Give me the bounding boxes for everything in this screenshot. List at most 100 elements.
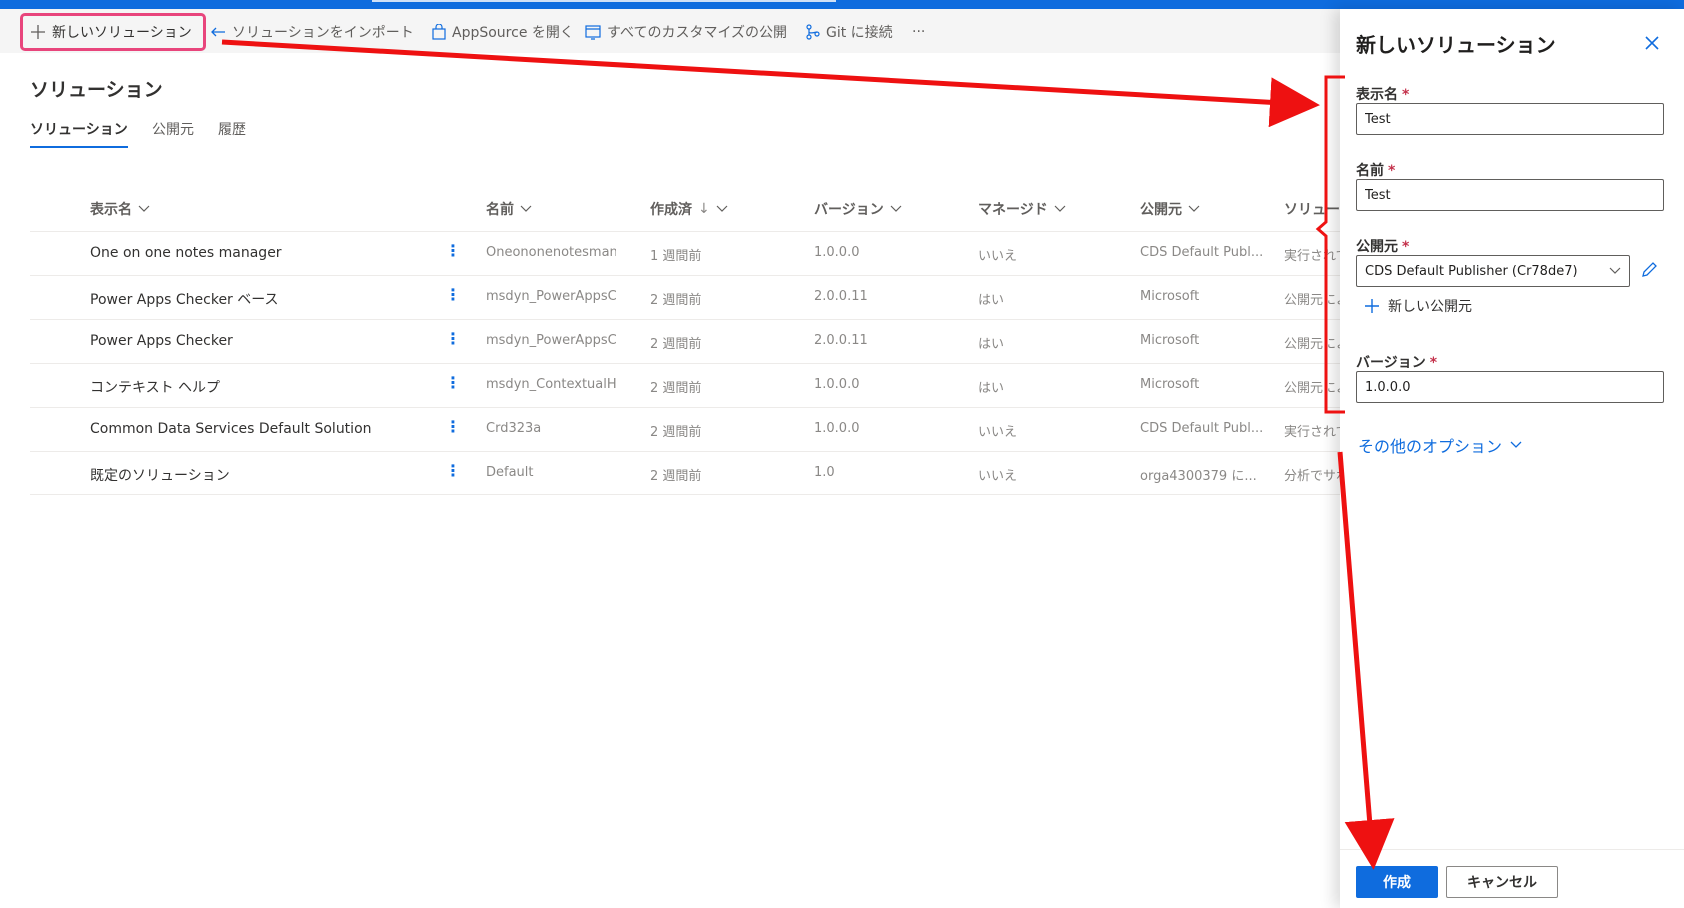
cell-version: 1.0.0.0: [814, 421, 860, 436]
header-publisher[interactable]: 公開元: [1140, 199, 1200, 219]
cell-name: Oneononenotesman...: [486, 245, 616, 260]
panel-title: 新しいソリューション: [1356, 33, 1556, 57]
cell-name: msdyn_PowerAppsC...: [486, 289, 616, 304]
chevron-down-icon: [1188, 205, 1200, 212]
row-more-icon[interactable]: ⋮: [445, 417, 461, 436]
cell-publisher: orga4300379 に...: [1140, 469, 1257, 484]
row-more-icon[interactable]: ⋮: [445, 241, 461, 260]
chevron-down-icon: [716, 205, 728, 212]
table-row[interactable]: One on one notes manager ⋮ Oneononenotes…: [30, 231, 1340, 275]
tab-publishers[interactable]: 公開元: [152, 119, 194, 139]
header-created-label: 作成済: [650, 202, 692, 218]
row-more-icon[interactable]: ⋮: [445, 285, 461, 304]
header-managed[interactable]: マネージド: [978, 199, 1066, 219]
cell-created: 2 週間前: [650, 293, 702, 308]
table-row[interactable]: コンテキスト ヘルプ ⋮ msdyn_ContextualH... 2 週間前 …: [30, 363, 1340, 407]
close-icon[interactable]: [1640, 31, 1664, 55]
version-label-text: バージョン: [1356, 355, 1426, 371]
version-input[interactable]: [1356, 371, 1664, 403]
cancel-button[interactable]: キャンセル: [1446, 866, 1558, 898]
cell-display-name[interactable]: One on one notes manager: [90, 245, 282, 261]
open-appsource-label: AppSource を開く: [452, 25, 574, 41]
cell-managed: いいえ: [978, 249, 1018, 264]
cell-publisher: Microsoft: [1140, 333, 1200, 348]
import-arrow-icon: [211, 27, 225, 37]
header-version[interactable]: バージョン: [814, 199, 902, 219]
publish-all-button[interactable]: すべてのカスタマイズの公開: [585, 19, 787, 45]
chevron-down-icon: [890, 205, 902, 212]
chevron-down-icon: [1510, 441, 1522, 448]
cell-publisher: Microsoft: [1140, 289, 1200, 304]
display-name-label-text: 表示名: [1356, 87, 1398, 103]
required-mark: *: [1402, 239, 1410, 255]
table-row[interactable]: 既定のソリューション ⋮ Default 2 週間前 1.0 いいえ orga4…: [30, 451, 1340, 495]
more-options-toggle[interactable]: その他のオプション: [1358, 433, 1522, 457]
cell-version: 1.0.0.0: [814, 377, 860, 392]
import-solution-button[interactable]: ソリューションをインポート: [210, 19, 414, 45]
row-more-icon[interactable]: ⋮: [445, 461, 461, 480]
publish-icon: [585, 25, 601, 40]
import-solution-label: ソリューションをインポート: [232, 25, 414, 41]
table-row[interactable]: Power Apps Checker ベース ⋮ msdyn_PowerApps…: [30, 275, 1340, 319]
publisher-select[interactable]: CDS Default Publisher (Cr78de7): [1356, 255, 1630, 287]
cell-name: msdyn_PowerAppsC...: [486, 333, 616, 348]
cell-created: 2 週間前: [650, 381, 702, 396]
edit-pencil-icon[interactable]: [1640, 261, 1658, 279]
publish-all-label: すべてのカスタマイズの公開: [607, 25, 788, 41]
version-label: バージョン *: [1356, 352, 1437, 372]
connect-git-button[interactable]: Git に接続: [806, 19, 893, 45]
more-options-label: その他のオプション: [1358, 437, 1503, 456]
cell-managed: はい: [978, 337, 1005, 352]
page-title: ソリューション: [30, 79, 163, 101]
publisher-select-value: CDS Default Publisher (Cr78de7): [1365, 263, 1578, 279]
header-version-label: バージョン: [814, 202, 884, 218]
cell-display-name[interactable]: Power Apps Checker: [90, 333, 233, 349]
header-name[interactable]: 名前: [486, 199, 532, 219]
name-input[interactable]: [1356, 179, 1664, 211]
table-row[interactable]: Power Apps Checker ⋮ msdyn_PowerAppsC...…: [30, 319, 1340, 363]
display-name-input[interactable]: [1356, 103, 1664, 135]
sort-arrow-down-icon: ↓: [698, 201, 710, 217]
chevron-down-icon: [1054, 205, 1066, 212]
chevron-down-icon: [138, 205, 150, 212]
row-more-icon[interactable]: ⋮: [445, 329, 461, 348]
chevron-down-icon: [520, 205, 532, 212]
tab-history[interactable]: 履歴: [218, 119, 246, 139]
cell-created: 2 週間前: [650, 469, 702, 484]
open-appsource-button[interactable]: AppSource を開く: [432, 19, 574, 45]
cell-version: 1.0: [814, 465, 835, 480]
cell-managed: はい: [978, 293, 1005, 308]
new-publisher-button[interactable]: 新しい公開元: [1364, 296, 1472, 316]
cell-display-name[interactable]: コンテキスト ヘルプ: [90, 377, 220, 397]
cell-version: 2.0.0.11: [814, 289, 868, 304]
cell-status: 実行されて: [1284, 425, 1340, 440]
name-label-text: 名前: [1356, 163, 1384, 179]
cell-display-name[interactable]: Power Apps Checker ベース: [90, 289, 279, 309]
header-managed-label: マネージド: [978, 202, 1048, 218]
cell-status: 実行されて: [1284, 249, 1340, 264]
top-search-bar[interactable]: [372, 0, 836, 2]
row-more-icon[interactable]: ⋮: [445, 373, 461, 392]
cell-version: 2.0.0.11: [814, 333, 868, 348]
cell-publisher: Microsoft: [1140, 377, 1200, 392]
cell-status: 公開元によ: [1284, 337, 1340, 352]
cell-publisher: CDS Default Publ...: [1140, 421, 1264, 436]
header-created[interactable]: 作成済 ↓: [650, 199, 728, 219]
git-branch-icon: [806, 24, 820, 40]
cell-display-name[interactable]: 既定のソリューション: [90, 465, 230, 485]
cell-display-name[interactable]: Common Data Services Default Solution: [90, 421, 372, 437]
create-button[interactable]: 作成: [1356, 866, 1438, 898]
table-row[interactable]: Common Data Services Default Solution ⋮ …: [30, 407, 1340, 451]
tab-solutions[interactable]: ソリューション: [30, 119, 128, 139]
cell-status: 公開元によ: [1284, 381, 1340, 396]
new-solution-highlight: [20, 13, 206, 51]
cell-created: 2 週間前: [650, 337, 702, 352]
more-commands-label: ···: [912, 24, 926, 40]
top-bar: [0, 0, 1684, 9]
more-commands-button[interactable]: ···: [912, 19, 925, 45]
header-display-name[interactable]: 表示名: [90, 199, 150, 219]
cell-managed: いいえ: [978, 425, 1018, 440]
cell-created: 1 週間前: [650, 249, 702, 264]
publisher-label-text: 公開元: [1356, 239, 1398, 255]
header-solution-status[interactable]: ソリュー: [1284, 199, 1340, 219]
